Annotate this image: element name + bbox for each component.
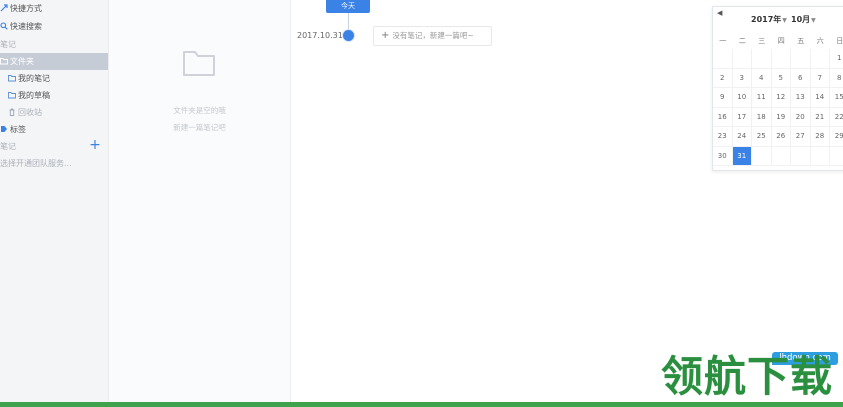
calendar-day	[810, 146, 830, 166]
calendar-day[interactable]: 3	[732, 68, 752, 88]
month-select[interactable]: 10月▼	[791, 14, 816, 25]
empty-state-message: 文件夹是空的哦	[173, 106, 226, 115]
prev-month-icon[interactable]: ◀	[717, 9, 722, 17]
sidebar-item[interactable]: 我的草稿	[0, 87, 116, 104]
sidebar-item[interactable]: 标签	[0, 121, 108, 138]
calendar-day[interactable]: 11	[752, 88, 772, 108]
empty-folder-icon	[183, 51, 215, 76]
calendar-day	[771, 146, 791, 166]
new-note-card-text: 没有笔记，新建一篇吧~	[392, 31, 474, 40]
calendar-day[interactable]: 6	[791, 68, 811, 88]
calendar-day[interactable]: 16	[713, 107, 733, 127]
folder-icon	[0, 58, 8, 65]
sidebar-item[interactable]: 快速搜索	[0, 18, 108, 35]
calendar-day[interactable]: 25	[752, 127, 772, 147]
search-icon	[0, 22, 8, 30]
sidebar-item[interactable]: 回收站	[0, 104, 116, 121]
calendar-day[interactable]: 29	[830, 127, 843, 147]
calendar-day[interactable]: 18	[752, 107, 772, 127]
bottom-bar	[0, 402, 843, 407]
calendar: ◀ 2017年▼ 10月▼ 一二三四五六日 1 2 3 4 5 6 7 8 9 10 11 12 13 14…	[712, 6, 843, 171]
calendar-day[interactable]: 1	[830, 49, 843, 69]
calendar-day[interactable]: 7	[810, 68, 830, 88]
calendar-day[interactable]: 28	[810, 127, 830, 147]
sidebar-item-label: 选择开通团队服务...	[0, 159, 72, 168]
calendar-day	[752, 146, 772, 166]
timeline-dot	[343, 30, 354, 41]
calendar-day[interactable]: 31	[732, 146, 752, 166]
calendar-day[interactable]: 24	[732, 127, 752, 147]
calendar-day[interactable]: 9	[713, 88, 733, 108]
calendar-day[interactable]: 5	[771, 68, 791, 88]
calendar-day[interactable]: 10	[732, 88, 752, 108]
sidebar-item-label: 我的草稿	[18, 91, 50, 100]
calendar-day[interactable]: 27	[791, 127, 811, 147]
calendar-day	[732, 49, 752, 69]
today-button[interactable]: 今天	[326, 0, 370, 13]
calendar-day[interactable]: 2	[713, 68, 733, 88]
sidebar-item-label: 笔记	[0, 40, 16, 49]
calendar-day	[830, 147, 843, 166]
sidebar-item-label: 回收站	[18, 108, 42, 117]
calendar-day[interactable]: 22	[830, 108, 843, 127]
calendar-day[interactable]: 20	[791, 107, 811, 127]
note-list-pane: 文件夹是空的哦 新建一篇笔记吧	[109, 0, 291, 402]
tag-icon	[1, 126, 7, 132]
calendar-day[interactable]: 4	[752, 68, 772, 88]
folder-icon	[8, 75, 16, 82]
calendar-day[interactable]: 21	[810, 107, 830, 127]
calendar-day	[771, 49, 791, 69]
sidebar-item-label: 快捷方式	[10, 4, 42, 13]
sidebar-item-label: 标签	[10, 125, 26, 134]
sidebar-item[interactable]: 快捷方式	[0, 0, 108, 17]
calendar-day	[791, 146, 811, 166]
calendar-day[interactable]: 17	[732, 107, 752, 127]
trash-icon	[9, 108, 15, 116]
timeline-line	[348, 13, 349, 31]
calendar-day[interactable]: 8	[830, 69, 843, 88]
calendar-day	[713, 49, 733, 69]
calendar-day	[752, 49, 772, 69]
calendar-day[interactable]: 26	[771, 127, 791, 147]
sidebar-item[interactable]: 笔记	[0, 36, 108, 53]
calendar-day[interactable]: 13	[791, 88, 811, 108]
calendar-day[interactable]: 30	[713, 146, 733, 166]
calendar-day[interactable]: 12	[771, 88, 791, 108]
sidebar-item-label: 快速搜索	[10, 22, 42, 31]
calendar-day	[791, 49, 811, 69]
plus-icon: +	[381, 30, 390, 41]
sidebar-item[interactable]: 文件夹	[0, 53, 108, 70]
add-notebook-button[interactable]: +	[89, 138, 101, 152]
chevron-down-icon: ▼	[811, 17, 816, 24]
timeline-date: 2017.10.31	[297, 31, 343, 40]
sidebar-item-label: 文件夹	[10, 57, 34, 66]
sidebar-item[interactable]: 我的笔记	[0, 70, 116, 87]
calendar-day[interactable]: 15	[830, 88, 843, 108]
year-select-label: 2017年	[751, 15, 782, 24]
watermark-logo: 领航下载	[661, 352, 834, 401]
calendar-day	[810, 49, 830, 69]
folder-icon	[8, 92, 16, 99]
shortcut-icon	[0, 4, 8, 12]
sidebar: 快捷方式 快速搜索 笔记 文件夹 我的笔记 我的草稿 回收站 标签 笔记 选择开通团队服务... …	[0, 0, 109, 402]
calendar-day[interactable]: 19	[771, 107, 791, 127]
sidebar-item-label: 笔记	[0, 142, 16, 151]
year-select[interactable]: 2017年▼	[751, 14, 787, 25]
new-note-card[interactable]: + 没有笔记，新建一篇吧~	[373, 26, 492, 46]
calendar-day[interactable]: 23	[713, 127, 733, 147]
chevron-down-icon: ▼	[782, 17, 787, 24]
calendar-day[interactable]: 14	[810, 88, 830, 108]
sidebar-item-label: 我的笔记	[18, 74, 50, 83]
sidebar-item[interactable]: 选择开通团队服务...	[0, 155, 108, 172]
month-select-label: 10月	[791, 15, 811, 24]
empty-state-hint: 新建一篇笔记吧	[173, 123, 226, 132]
